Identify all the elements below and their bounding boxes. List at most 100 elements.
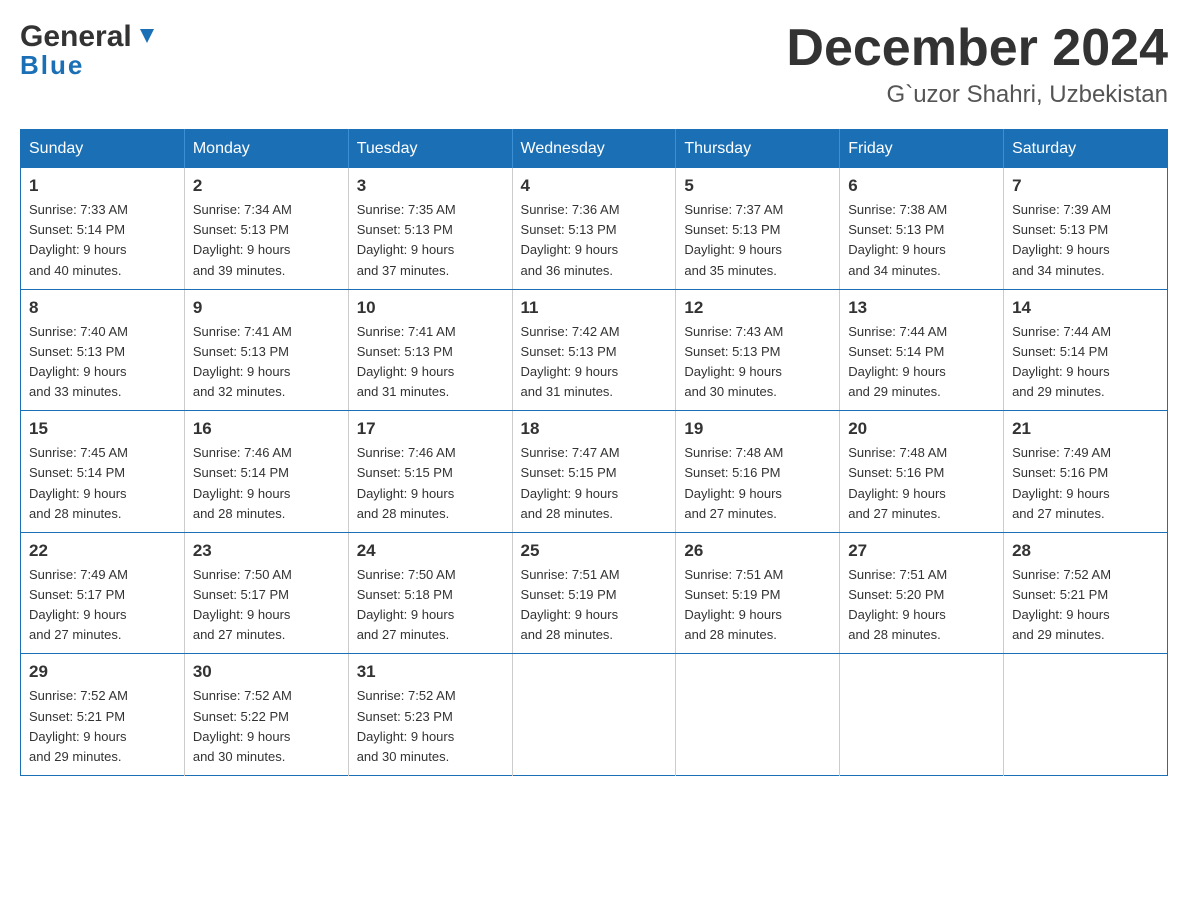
table-row: 9 Sunrise: 7:41 AMSunset: 5:13 PMDaylight… — [184, 289, 348, 411]
day-number: 29 — [29, 662, 176, 682]
table-row: 19 Sunrise: 7:48 AMSunset: 5:16 PMDayligh… — [676, 411, 840, 533]
day-info: Sunrise: 7:46 AMSunset: 5:14 PMDaylight:… — [193, 443, 340, 524]
day-number: 30 — [193, 662, 340, 682]
table-row: 2 Sunrise: 7:34 AMSunset: 5:13 PMDaylight… — [184, 168, 348, 289]
day-info: Sunrise: 7:48 AMSunset: 5:16 PMDaylight:… — [684, 443, 831, 524]
day-number: 11 — [521, 298, 668, 318]
table-row: 23 Sunrise: 7:50 AMSunset: 5:17 PMDayligh… — [184, 532, 348, 654]
day-number: 7 — [1012, 176, 1159, 196]
table-row: 21 Sunrise: 7:49 AMSunset: 5:16 PMDayligh… — [1004, 411, 1168, 533]
day-info: Sunrise: 7:33 AMSunset: 5:14 PMDaylight:… — [29, 200, 176, 281]
col-monday: Monday — [184, 130, 348, 169]
day-info: Sunrise: 7:36 AMSunset: 5:13 PMDaylight:… — [521, 200, 668, 281]
table-row: 6 Sunrise: 7:38 AMSunset: 5:13 PMDaylight… — [840, 168, 1004, 289]
week-row-3: 15 Sunrise: 7:45 AMSunset: 5:14 PMDayligh… — [21, 411, 1168, 533]
table-row: 8Sunrise: 7:40 AMSunset: 5:13 PMDaylight… — [21, 289, 185, 411]
day-number: 16 — [193, 419, 340, 439]
table-row — [840, 654, 1004, 776]
table-row: 15 Sunrise: 7:45 AMSunset: 5:14 PMDayligh… — [21, 411, 185, 533]
day-number: 31 — [357, 662, 504, 682]
table-row: 17 Sunrise: 7:46 AMSunset: 5:15 PMDayligh… — [348, 411, 512, 533]
week-row-4: 22 Sunrise: 7:49 AMSunset: 5:17 PMDayligh… — [21, 532, 1168, 654]
day-info: Sunrise: 7:45 AMSunset: 5:14 PMDaylight:… — [29, 443, 176, 524]
day-number: 27 — [848, 541, 995, 561]
day-number: 26 — [684, 541, 831, 561]
col-sunday: Sunday — [21, 130, 185, 169]
table-row: 11 Sunrise: 7:42 AMSunset: 5:13 PMDayligh… — [512, 289, 676, 411]
day-number: 12 — [684, 298, 831, 318]
page-title: December 2024 — [786, 20, 1168, 77]
day-number: 17 — [357, 419, 504, 439]
day-info: Sunrise: 7:50 AMSunset: 5:17 PMDaylight:… — [193, 565, 340, 646]
logo-triangle-icon — [136, 25, 158, 52]
day-number: 9 — [193, 298, 340, 318]
table-row: 30 Sunrise: 7:52 AMSunset: 5:22 PMDayligh… — [184, 654, 348, 776]
day-number: 20 — [848, 419, 995, 439]
table-row: 7 Sunrise: 7:39 AMSunset: 5:13 PMDaylight… — [1004, 168, 1168, 289]
day-number: 28 — [1012, 541, 1159, 561]
table-row: 12Sunrise: 7:43 AMSunset: 5:13 PMDayligh… — [676, 289, 840, 411]
day-info: Sunrise: 7:52 AMSunset: 5:21 PMDaylight:… — [1012, 565, 1159, 646]
table-row — [512, 654, 676, 776]
title-section: December 2024 G`uzor Shahri, Uzbekistan — [786, 20, 1168, 109]
table-row: 25Sunrise: 7:51 AMSunset: 5:19 PMDayligh… — [512, 532, 676, 654]
col-friday: Friday — [840, 130, 1004, 169]
page-subtitle: G`uzor Shahri, Uzbekistan — [786, 81, 1168, 109]
day-number: 25 — [521, 541, 668, 561]
day-info: Sunrise: 7:39 AMSunset: 5:13 PMDaylight:… — [1012, 200, 1159, 281]
day-info: Sunrise: 7:49 AMSunset: 5:17 PMDaylight:… — [29, 565, 176, 646]
table-row: 27Sunrise: 7:51 AMSunset: 5:20 PMDayligh… — [840, 532, 1004, 654]
day-number: 6 — [848, 176, 995, 196]
table-row: 20 Sunrise: 7:48 AMSunset: 5:16 PMDayligh… — [840, 411, 1004, 533]
day-info: Sunrise: 7:38 AMSunset: 5:13 PMDaylight:… — [848, 200, 995, 281]
logo-general-text: General — [20, 20, 132, 54]
table-row: 16 Sunrise: 7:46 AMSunset: 5:14 PMDayligh… — [184, 411, 348, 533]
day-info: Sunrise: 7:41 AMSunset: 5:13 PMDaylight:… — [357, 322, 504, 403]
table-row: 1Sunrise: 7:33 AMSunset: 5:14 PMDaylight… — [21, 168, 185, 289]
day-info: Sunrise: 7:44 AMSunset: 5:14 PMDaylight:… — [848, 322, 995, 403]
week-row-1: 1Sunrise: 7:33 AMSunset: 5:14 PMDaylight… — [21, 168, 1168, 289]
day-number: 19 — [684, 419, 831, 439]
table-row — [1004, 654, 1168, 776]
day-number: 15 — [29, 419, 176, 439]
day-number: 23 — [193, 541, 340, 561]
col-wednesday: Wednesday — [512, 130, 676, 169]
day-info: Sunrise: 7:48 AMSunset: 5:16 PMDaylight:… — [848, 443, 995, 524]
table-row: 26 Sunrise: 7:51 AMSunset: 5:19 PMDayligh… — [676, 532, 840, 654]
day-number: 3 — [357, 176, 504, 196]
col-thursday: Thursday — [676, 130, 840, 169]
logo-blue-text: Blue — [20, 50, 84, 80]
table-row: 31 Sunrise: 7:52 AMSunset: 5:23 PMDayligh… — [348, 654, 512, 776]
day-number: 22 — [29, 541, 176, 561]
day-info: Sunrise: 7:51 AMSunset: 5:19 PMDaylight:… — [684, 565, 831, 646]
day-info: Sunrise: 7:52 AMSunset: 5:22 PMDaylight:… — [193, 686, 340, 767]
calendar-header-row: Sunday Monday Tuesday Wednesday Thursday… — [21, 130, 1168, 169]
day-number: 13 — [848, 298, 995, 318]
day-info: Sunrise: 7:50 AMSunset: 5:18 PMDaylight:… — [357, 565, 504, 646]
table-row: 4Sunrise: 7:36 AMSunset: 5:13 PMDaylight… — [512, 168, 676, 289]
day-info: Sunrise: 7:34 AMSunset: 5:13 PMDaylight:… — [193, 200, 340, 281]
day-number: 21 — [1012, 419, 1159, 439]
day-number: 5 — [684, 176, 831, 196]
day-number: 18 — [521, 419, 668, 439]
day-info: Sunrise: 7:41 AMSunset: 5:13 PMDaylight:… — [193, 322, 340, 403]
day-info: Sunrise: 7:46 AMSunset: 5:15 PMDaylight:… — [357, 443, 504, 524]
col-saturday: Saturday — [1004, 130, 1168, 169]
day-info: Sunrise: 7:49 AMSunset: 5:16 PMDaylight:… — [1012, 443, 1159, 524]
day-number: 2 — [193, 176, 340, 196]
day-info: Sunrise: 7:52 AMSunset: 5:21 PMDaylight:… — [29, 686, 176, 767]
table-row: 18 Sunrise: 7:47 AMSunset: 5:15 PMDayligh… — [512, 411, 676, 533]
day-info: Sunrise: 7:42 AMSunset: 5:13 PMDaylight:… — [521, 322, 668, 403]
table-row: 22 Sunrise: 7:49 AMSunset: 5:17 PMDayligh… — [21, 532, 185, 654]
day-info: Sunrise: 7:47 AMSunset: 5:15 PMDaylight:… — [521, 443, 668, 524]
table-row: 10Sunrise: 7:41 AMSunset: 5:13 PMDayligh… — [348, 289, 512, 411]
day-info: Sunrise: 7:52 AMSunset: 5:23 PMDaylight:… — [357, 686, 504, 767]
calendar-table: Sunday Monday Tuesday Wednesday Thursday… — [20, 129, 1168, 776]
table-row: 3Sunrise: 7:35 AMSunset: 5:13 PMDaylight… — [348, 168, 512, 289]
day-number: 8 — [29, 298, 176, 318]
day-number: 14 — [1012, 298, 1159, 318]
page-header: General Blue December 2024 G`uzor Shahri… — [20, 20, 1168, 109]
table-row: 29 Sunrise: 7:52 AMSunset: 5:21 PMDayligh… — [21, 654, 185, 776]
week-row-5: 29 Sunrise: 7:52 AMSunset: 5:21 PMDayligh… — [21, 654, 1168, 776]
day-number: 24 — [357, 541, 504, 561]
